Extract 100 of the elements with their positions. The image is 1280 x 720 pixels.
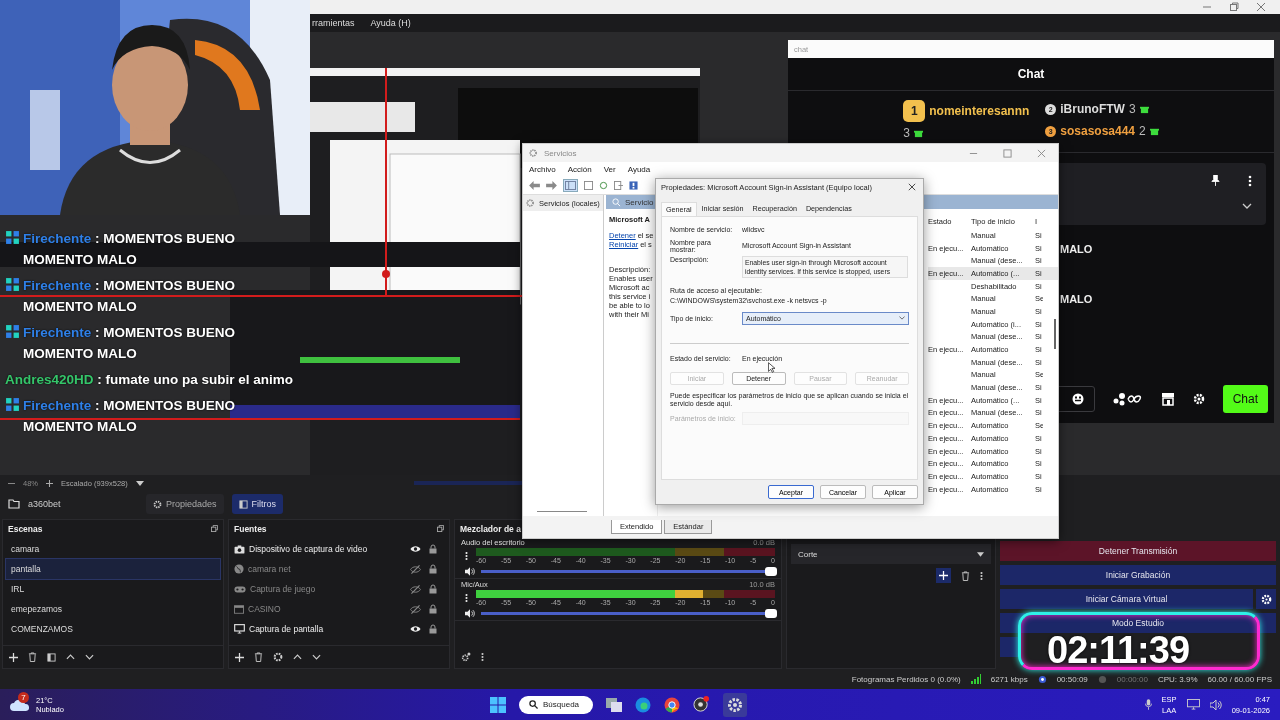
trash-icon[interactable] <box>961 570 970 581</box>
scene-item[interactable]: camara <box>6 539 220 559</box>
settings-app-icon[interactable] <box>723 692 748 717</box>
control-button[interactable]: Detener Transmisión <box>1000 541 1276 561</box>
add-icon[interactable] <box>9 652 18 662</box>
panel-title: Fuentes <box>234 523 267 534</box>
up-icon[interactable] <box>66 654 75 660</box>
zoom-in-icon[interactable] <box>46 479 53 487</box>
menu-item[interactable]: Acción <box>567 164 592 174</box>
start-icon[interactable] <box>490 696 506 713</box>
more-icon[interactable] <box>465 593 468 603</box>
transition-dropdown[interactable]: Corte <box>791 544 991 564</box>
source-item[interactable]: camara net <box>248 564 406 574</box>
restore-icon[interactable] <box>1229 2 1239 12</box>
volume-slider[interactable] <box>481 611 775 615</box>
console-tree-button[interactable] <box>563 178 578 192</box>
gift-count: 3 <box>1128 102 1136 116</box>
speaker-icon[interactable] <box>1209 699 1222 710</box>
settings-button[interactable] <box>1256 589 1276 609</box>
source-item[interactable]: Captura de juego <box>250 584 406 594</box>
scene-item[interactable]: pantalla <box>6 559 220 579</box>
cloud-icon[interactable] <box>10 698 30 711</box>
undock-icon[interactable] <box>211 525 218 532</box>
scene-item[interactable]: COMENZAMOS <box>6 619 220 639</box>
properties-icon[interactable] <box>584 180 593 190</box>
store-icon[interactable] <box>1160 392 1175 406</box>
eye-icon[interactable] <box>410 545 421 553</box>
settings-icon[interactable] <box>461 652 471 662</box>
search-field[interactable]: Búsqueda <box>519 695 594 714</box>
eye-slash-icon[interactable] <box>410 564 421 574</box>
source-item[interactable]: CASINO <box>248 604 406 614</box>
more-icon[interactable] <box>1248 175 1252 187</box>
eye-slash-icon[interactable] <box>410 604 421 614</box>
control-button[interactable]: Iniciar Grabación <box>1000 565 1276 585</box>
chat-button[interactable]: Chat <box>1222 385 1268 413</box>
speaker-icon[interactable] <box>465 608 475 618</box>
menu-item[interactable]: Archivo <box>529 164 556 174</box>
source-item[interactable]: Dispositivo de captura de video <box>249 544 406 554</box>
search-icon <box>612 197 621 207</box>
lock-icon[interactable] <box>429 544 437 554</box>
menu-item[interactable]: Ayuda <box>627 164 651 174</box>
more-icon[interactable] <box>481 652 484 662</box>
back-icon[interactable] <box>529 180 540 190</box>
menu-item[interactable]: Ver <box>603 164 616 174</box>
source-item[interactable]: Captura de pantalla <box>249 624 406 634</box>
dropdown-arrow-icon[interactable] <box>135 480 144 486</box>
browser-icon[interactable] <box>664 696 681 713</box>
scene-item[interactable]: emepezamos <box>6 599 220 619</box>
up-icon[interactable] <box>293 654 302 660</box>
filter-icon[interactable] <box>47 652 56 662</box>
toolbar-button[interactable]: Propiedades <box>146 494 224 514</box>
trash-icon[interactable] <box>254 652 263 662</box>
add-button[interactable] <box>936 568 951 583</box>
eye-slash-icon[interactable] <box>410 584 421 594</box>
lock-icon[interactable] <box>429 624 437 634</box>
network-icon[interactable] <box>1186 699 1200 710</box>
browser-icon[interactable] <box>635 696 652 713</box>
down-icon[interactable] <box>312 654 321 660</box>
chevron-down-icon[interactable] <box>1242 203 1252 209</box>
menu-item[interactable]: rramientas <box>312 18 355 28</box>
control-button[interactable]: Modo Estudio <box>1000 613 1276 633</box>
close-icon[interactable] <box>1256 2 1266 12</box>
toolbar-button[interactable]: Filtros <box>231 494 284 514</box>
status-text: CPU: 3.9% <box>1157 674 1198 684</box>
undock-icon[interactable] <box>437 525 444 532</box>
more-icon[interactable] <box>465 551 468 561</box>
gamepad-icon <box>234 585 246 593</box>
monitor-icon <box>234 624 245 634</box>
chevron-down-icon <box>899 316 905 321</box>
lock-icon[interactable] <box>429 604 437 614</box>
control-button[interactable] <box>1000 637 1018 657</box>
forward-icon[interactable] <box>546 180 557 190</box>
speaker-icon[interactable] <box>465 566 475 576</box>
lock-icon[interactable] <box>429 564 437 574</box>
settings-icon[interactable] <box>273 652 283 662</box>
scene-item[interactable]: IRL <box>6 579 220 599</box>
menu-item[interactable]: Ayuda (H) <box>370 18 411 28</box>
chat-message: Firechente : MOMENTOS BUENO MOMENTO MALO <box>23 230 237 269</box>
close-icon[interactable] <box>908 183 916 192</box>
microphone-icon[interactable] <box>1144 699 1152 710</box>
lock-icon[interactable] <box>429 584 437 594</box>
trash-icon[interactable] <box>28 652 37 662</box>
refresh-icon[interactable] <box>599 180 608 190</box>
more-icon[interactable] <box>980 570 983 581</box>
panel-title: Mezclador de a <box>460 523 521 534</box>
add-icon[interactable] <box>235 652 244 662</box>
control-button[interactable]: Iniciar Cámara Virtual <box>1000 589 1253 609</box>
help-icon[interactable] <box>629 180 638 190</box>
recorder-icon[interactable] <box>693 696 711 713</box>
down-icon[interactable] <box>85 654 94 660</box>
pin-icon[interactable] <box>1211 175 1220 186</box>
chat-message: Firechente : MOMENTOS BUENO MOMENTO MALO <box>23 397 237 436</box>
task-view-icon[interactable] <box>606 697 623 712</box>
status-text: Fotogramas Perdidos 0 (0.0%) <box>851 674 961 684</box>
volume-slider[interactable] <box>481 569 775 573</box>
filter-icon <box>238 499 248 509</box>
emoji-icon[interactable] <box>1071 393 1084 405</box>
points-icon[interactable] <box>1112 392 1143 406</box>
export-icon[interactable] <box>614 180 623 190</box>
eye-icon[interactable] <box>410 625 421 633</box>
